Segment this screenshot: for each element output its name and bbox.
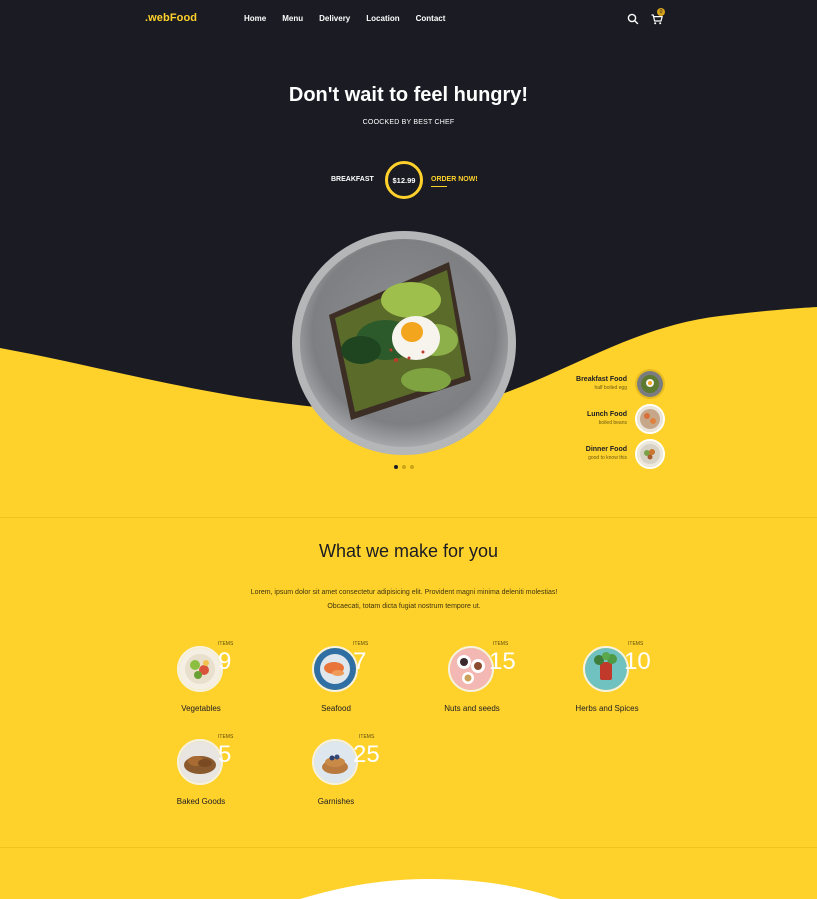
- category-baked-goods[interactable]: ITEMS 5 Baked Goods: [126, 733, 276, 813]
- hero-headline: Don't wait to feel hungry!: [288, 84, 529, 106]
- side-item-title: Breakfast Food: [576, 376, 627, 383]
- side-item-subtitle: half boiled egg: [594, 385, 627, 391]
- side-item-lunch[interactable]: Lunch Food boiled beans: [540, 401, 665, 436]
- order-link-underline: [431, 186, 447, 187]
- offer-label: BREAKFAST: [331, 176, 374, 183]
- category-count: 25: [353, 741, 380, 768]
- nav-link-location[interactable]: Location: [366, 14, 399, 23]
- vegetables-bowl-icon: [177, 646, 223, 692]
- category-herbs-and-spices[interactable]: ITEMS 10 Herbs and Spices: [532, 640, 682, 720]
- nav-link-delivery[interactable]: Delivery: [319, 14, 350, 23]
- category-name: Vegetables: [181, 704, 221, 713]
- slider-dots: [394, 465, 414, 469]
- nav-link-home[interactable]: Home: [244, 14, 266, 23]
- side-item-subtitle: boiled beans: [598, 420, 627, 426]
- category-items-label: ITEMS: [218, 734, 234, 740]
- category-items-label: ITEMS: [628, 641, 644, 647]
- section-divider-bottom: [0, 847, 817, 848]
- nav-link-contact[interactable]: Contact: [416, 14, 446, 23]
- category-items-label: ITEMS: [353, 641, 369, 647]
- nav-links: Home Menu Delivery Location Contact: [244, 14, 461, 23]
- salad-plate-thumb-icon: [635, 438, 665, 469]
- category-count: 10: [624, 648, 651, 675]
- slider-dot-3[interactable]: [410, 465, 414, 469]
- cart-icon[interactable]: 0: [650, 8, 665, 26]
- slider-dot-1[interactable]: [394, 465, 398, 469]
- top-navbar: .webFood Home Menu Delivery Location Con…: [0, 0, 817, 40]
- order-now-link[interactable]: ORDER NOW!: [431, 176, 478, 183]
- category-name: Nuts and seeds: [444, 704, 500, 713]
- category-vegetables[interactable]: ITEMS 9 Vegetables: [126, 640, 276, 720]
- category-count: 9: [218, 648, 232, 675]
- seafood-plate-icon: [312, 646, 358, 692]
- brand-logo[interactable]: .webFood: [145, 12, 197, 24]
- hero-subhead: COOCKED BY BEST CHEF: [362, 119, 455, 126]
- category-items-label: ITEMS: [493, 641, 509, 647]
- section-description: Lorem, ipsum dolor sit amet consectetur …: [250, 589, 558, 610]
- category-name: Seafood: [321, 704, 351, 713]
- side-item-title: Lunch Food: [586, 411, 627, 418]
- footer-wave-shape: [300, 879, 560, 899]
- cart-count-badge: 0: [657, 8, 665, 16]
- category-name: Baked Goods: [176, 797, 226, 806]
- slider-dot-2[interactable]: [402, 465, 406, 469]
- side-item-breakfast[interactable]: Breakfast Food half boiled egg: [540, 366, 665, 401]
- garnishes-dessert-icon: [312, 739, 358, 785]
- category-count: 15: [489, 648, 516, 675]
- egg-toast-thumb-icon: [635, 368, 665, 399]
- nav-link-menu[interactable]: Menu: [282, 14, 303, 23]
- category-name: Garnishes: [317, 797, 355, 806]
- herbs-spices-jar-icon: [583, 646, 629, 692]
- category-count: 7: [353, 648, 367, 675]
- hero-dish-image: [291, 230, 517, 456]
- section-title: What we make for you: [318, 541, 499, 561]
- side-item-subtitle: good to know this: [588, 455, 627, 461]
- search-icon[interactable]: [626, 12, 640, 26]
- nav-icons: 0: [626, 8, 665, 26]
- side-item-dinner[interactable]: Dinner Food good to know this: [540, 436, 665, 471]
- category-count: 5: [218, 741, 232, 768]
- category-name: Herbs and Spices: [575, 704, 639, 713]
- hero-section: .webFood Home Menu Delivery Location Con…: [0, 0, 817, 517]
- nuts-seeds-bowls-icon: [448, 646, 494, 692]
- price-text: $12.99: [392, 175, 416, 185]
- category-items-label: ITEMS: [218, 641, 234, 647]
- section-divider-top: [0, 517, 817, 518]
- category-seafood[interactable]: ITEMS 7 Seafood: [261, 640, 411, 720]
- price-badge: $12.99: [385, 161, 423, 199]
- category-nuts-and-seeds[interactable]: ITEMS 15 Nuts and seeds: [397, 640, 547, 720]
- category-garnishes[interactable]: ITEMS 25 Garnishes: [261, 733, 411, 813]
- baked-goods-pastry-icon: [177, 739, 223, 785]
- side-item-title: Dinner Food: [585, 446, 627, 453]
- shrimp-plate-thumb-icon: [635, 403, 665, 434]
- meal-side-menu: Breakfast Food half boiled egg Lunch Foo…: [540, 366, 665, 471]
- category-items-label: ITEMS: [359, 734, 375, 740]
